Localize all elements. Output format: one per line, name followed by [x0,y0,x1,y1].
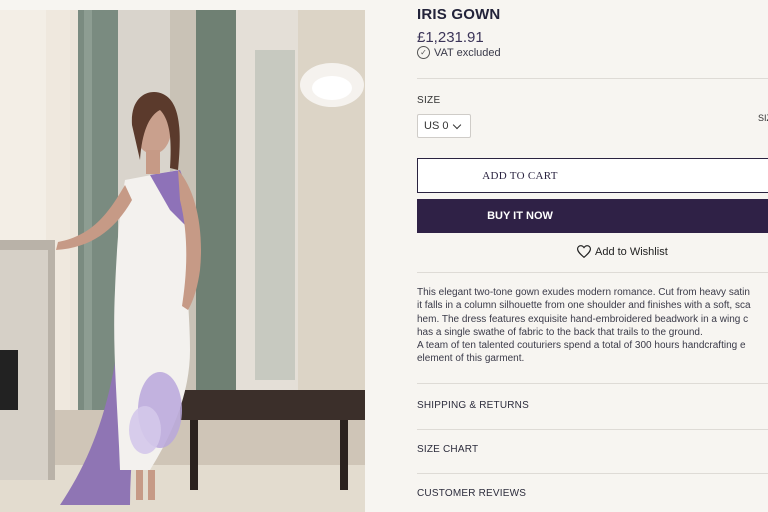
buy-now-label: BUY IT NOW [487,210,553,222]
divider [417,383,768,384]
description-line: hem. The dress features exquisite hand-e… [417,313,749,325]
size-guide-link[interactable]: SIZ [758,113,768,123]
size-select[interactable]: US 0 [417,114,471,138]
add-to-wishlist-button[interactable]: Add to Wishlist [577,245,668,258]
shipping-returns-accordion[interactable]: SHIPPING & RETURNS [417,400,529,411]
check-circle-icon: ✓ [417,46,430,59]
buy-now-button[interactable]: BUY IT NOW [417,199,768,233]
size-chart-accordion[interactable]: SIZE CHART [417,444,478,455]
description-line: This elegant two-tone gown exudes modern… [417,287,750,298]
product-price: £1,231.91 [417,29,484,46]
description-line: A team of ten talented couturiers spend … [417,340,746,352]
product-image[interactable] [0,10,365,512]
size-label: SIZE [417,95,441,106]
description-line: has a single swathe of fabric to the bac… [417,326,703,338]
customer-reviews-accordion[interactable]: CUSTOMER REVIEWS [417,488,526,499]
divider [417,272,768,273]
heart-icon [577,245,591,258]
divider [417,473,768,474]
add-to-cart-button[interactable]: ADD TO CART [417,158,768,193]
description-line: it falls in a column silhouette from one… [417,300,751,312]
add-to-cart-label: ADD TO CART [482,169,558,182]
wishlist-label: Add to Wishlist [595,245,668,258]
divider [417,78,768,79]
description-line: element of this garment. [417,353,525,365]
vat-note: ✓ VAT excluded [417,46,501,59]
vat-note-text: VAT excluded [434,46,501,59]
size-selected-value: US 0 [424,120,449,132]
product-description: This elegant two-tone gown exudes modern… [417,286,768,366]
divider [417,429,768,430]
product-title: IRIS GOWN [417,6,501,23]
chevron-down-icon [453,120,462,129]
